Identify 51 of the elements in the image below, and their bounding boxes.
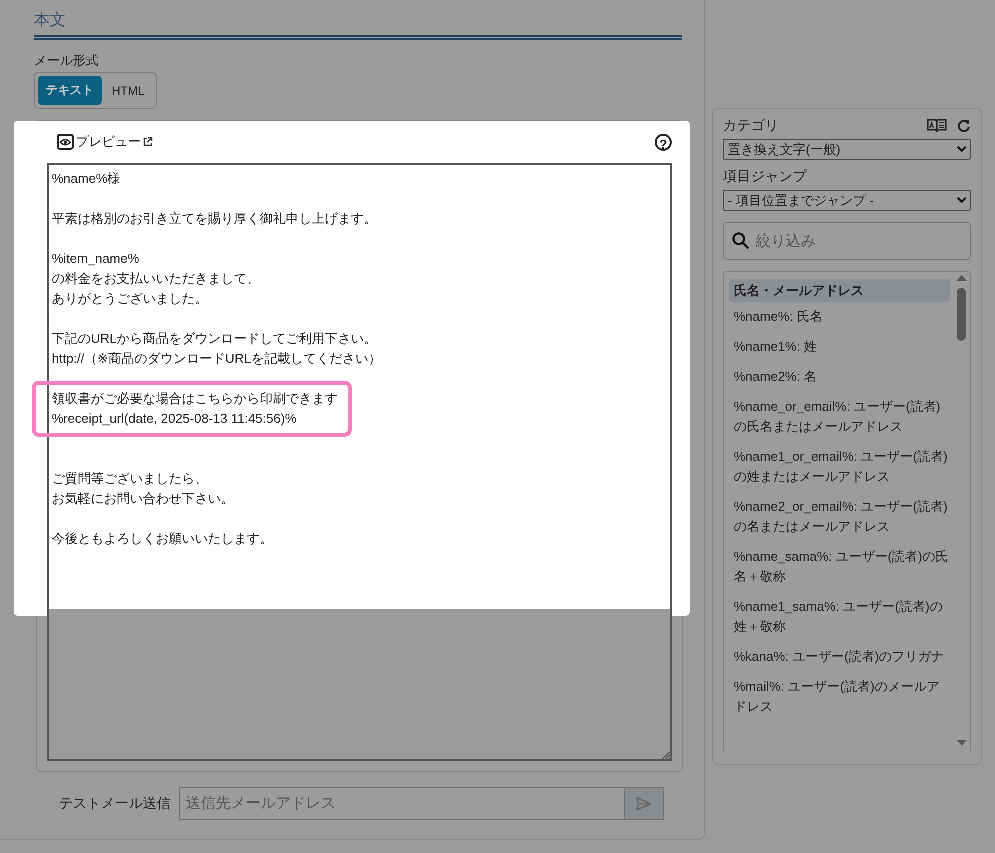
placeholder-item[interactable]: %name_sama%: ユーザー(読者)の氏名＋敬称	[729, 542, 954, 592]
placeholder-item[interactable]: %name2%: 名	[729, 362, 954, 392]
search-icon	[732, 232, 750, 250]
resize-grip-icon[interactable]	[661, 750, 671, 760]
mail-format-label: メール形式	[34, 52, 100, 70]
list-group-header: 氏名・メールアドレス	[729, 279, 950, 302]
body-text-line: 今後ともよろしくお願いいたします。	[52, 530, 273, 548]
body-text-line: 平素は格別のお引き立てを賜り厚く御礼申し上げます。	[52, 210, 377, 228]
placeholder-item[interactable]: %name_or_email%: ユーザー(読者)の氏名またはメールアドレス	[729, 392, 954, 442]
body-text-line: の料金をお支払いいただきまして、	[52, 270, 260, 288]
jump-label: 項目ジャンプ	[723, 168, 808, 186]
external-link-icon	[143, 137, 153, 147]
eye-icon	[57, 134, 74, 150]
scroll-down-icon[interactable]	[957, 740, 967, 747]
recipient-email-input[interactable]: 送信先メールアドレス	[180, 788, 624, 819]
jump-select[interactable]: - 項目位置までジャンプ -	[723, 190, 971, 211]
chevron-down-icon	[957, 146, 967, 153]
body-text-line: 下記のURLから商品をダウンロードしてご利用下さい。	[52, 330, 378, 348]
section-title: 本文	[34, 10, 67, 31]
placeholder-item[interactable]: %mail%: ユーザー(読者)のメールアドレス	[729, 672, 954, 722]
send-button[interactable]	[625, 787, 664, 820]
placeholder-item[interactable]: %name1_or_email%: ユーザー(読者)の姓またはメールアドレス	[729, 442, 954, 492]
body-text-line: ありがとうございました。	[52, 290, 209, 308]
body-text-line: %name%様	[52, 170, 121, 188]
body-text-line: %receipt_url(date, 2025-08-13 11:45:56)%	[52, 410, 298, 428]
category-select[interactable]: 置き換え文字(一般)	[723, 139, 971, 160]
placeholder-item[interactable]: %name2_or_email%: ユーザー(読者)の名またはメールアドレス	[729, 492, 954, 542]
scrollbar-thumb[interactable]	[957, 288, 966, 341]
placeholder-item[interactable]: %kana%: ユーザー(読者)のフリガナ	[729, 642, 954, 672]
body-text-line: http://（※商品のダウンロードURLを記載してください）	[52, 350, 382, 368]
help-button[interactable]: ?	[655, 134, 672, 150]
body-text-line: ご質問等ございましたら、	[52, 470, 209, 488]
preview-link[interactable]: プレビュー	[57, 133, 153, 151]
body-text-line: お気軽にお問い合わせ下さい。	[52, 490, 234, 508]
filter-input[interactable]: 絞り込み	[756, 232, 956, 250]
book-icon[interactable]	[927, 119, 947, 133]
body-text-line: %item_name%	[52, 250, 140, 268]
category-label: カテゴリ	[723, 117, 779, 135]
chevron-down-icon	[957, 197, 967, 204]
body-textarea[interactable]	[47, 163, 672, 761]
refresh-icon[interactable]	[957, 119, 971, 133]
format-tab[interactable]: テキスト	[38, 76, 102, 105]
format-tab[interactable]: HTML	[104, 76, 153, 105]
placeholder-item[interactable]: %name%: 氏名	[729, 302, 954, 332]
placeholder-item[interactable]: %name1_sama%: ユーザー(読者)の姓＋敬称	[729, 592, 954, 642]
send-icon	[636, 796, 652, 810]
test-mail-label: テストメール送信	[59, 794, 171, 812]
scroll-up-icon[interactable]	[957, 274, 967, 281]
body-text-line: 領収書がご必要な場合はこちらから印刷できます	[52, 390, 338, 408]
filter-field[interactable]: 絞り込み	[723, 222, 971, 260]
placeholder-item[interactable]: %name1%: 姓	[729, 332, 954, 362]
